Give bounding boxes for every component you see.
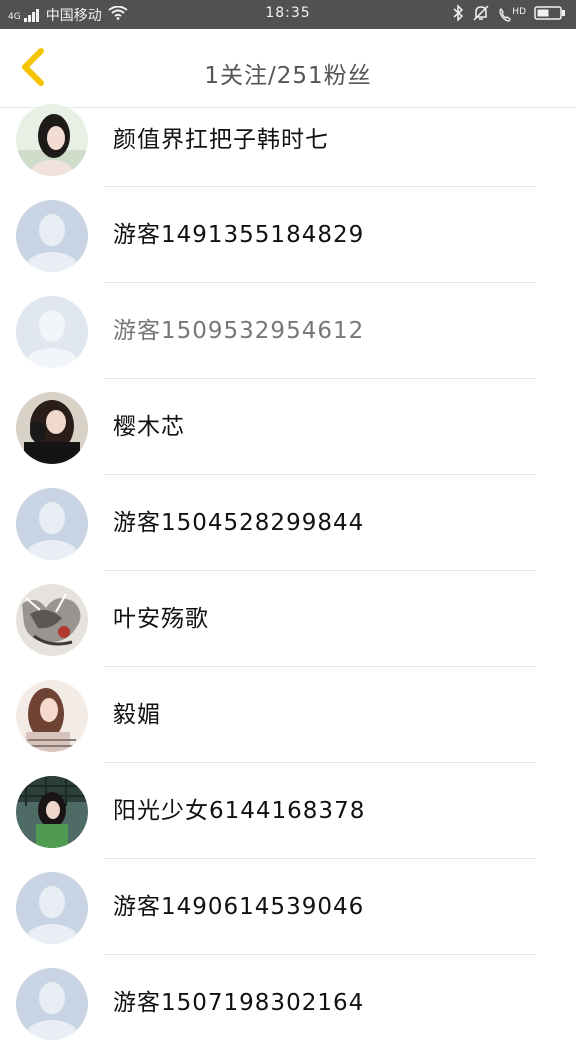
list-item[interactable]: 游客1509532954612 — [0, 283, 576, 379]
user-list: 颜值界扛把子韩时七 游客1491355184829 游客150953295461… — [0, 104, 576, 1051]
default-avatar-icon — [16, 872, 88, 944]
list-item[interactable]: 游客1490614539046 — [0, 859, 576, 955]
status-right: HD — [452, 4, 566, 26]
user-name: 游客1504528299844 — [113, 510, 365, 536]
hd-call-icon: HD — [498, 7, 526, 23]
avatar — [16, 104, 88, 176]
mute-bell-icon — [472, 4, 490, 26]
avatar — [16, 776, 88, 848]
default-avatar-icon — [16, 488, 88, 560]
status-bar: 4G 中国移动 18:35 HD — [0, 0, 576, 29]
avatar — [16, 680, 88, 752]
header: 1关注/251粉丝 — [0, 29, 576, 108]
user-name: 阳光少女6144168378 — [113, 798, 366, 824]
user-name: 毅媚 — [113, 702, 161, 728]
list-item[interactable]: 樱木芯 — [0, 379, 576, 475]
user-name: 樱木芯 — [113, 414, 185, 440]
hd-label: HD — [512, 7, 526, 17]
bluetooth-icon — [452, 4, 464, 26]
default-avatar-icon — [16, 200, 88, 272]
list-item[interactable]: 游客1507198302164 — [0, 955, 576, 1051]
battery-icon — [534, 5, 566, 25]
list-item[interactable]: 颜值界扛把子韩时七 — [0, 104, 576, 187]
list-item[interactable]: 游客1504528299844 — [0, 475, 576, 571]
user-name: 游客1509532954612 — [113, 318, 365, 344]
default-avatar-icon — [16, 296, 88, 368]
avatar — [16, 584, 88, 656]
avatar — [16, 392, 88, 464]
user-name: 游客1491355184829 — [113, 222, 365, 248]
page-title: 1关注/251粉丝 — [204, 63, 372, 89]
default-avatar-icon — [16, 968, 88, 1040]
list-item[interactable]: 叶安殇歌 — [0, 571, 576, 667]
user-name: 游客1507198302164 — [113, 990, 365, 1016]
user-name: 叶安殇歌 — [113, 606, 209, 632]
list-item[interactable]: 游客1491355184829 — [0, 187, 576, 283]
user-name: 游客1490614539046 — [113, 894, 365, 920]
user-name: 颜值界扛把子韩时七 — [113, 127, 329, 153]
list-item[interactable]: 毅媚 — [0, 667, 576, 763]
list-item[interactable]: 阳光少女6144168378 — [0, 763, 576, 859]
